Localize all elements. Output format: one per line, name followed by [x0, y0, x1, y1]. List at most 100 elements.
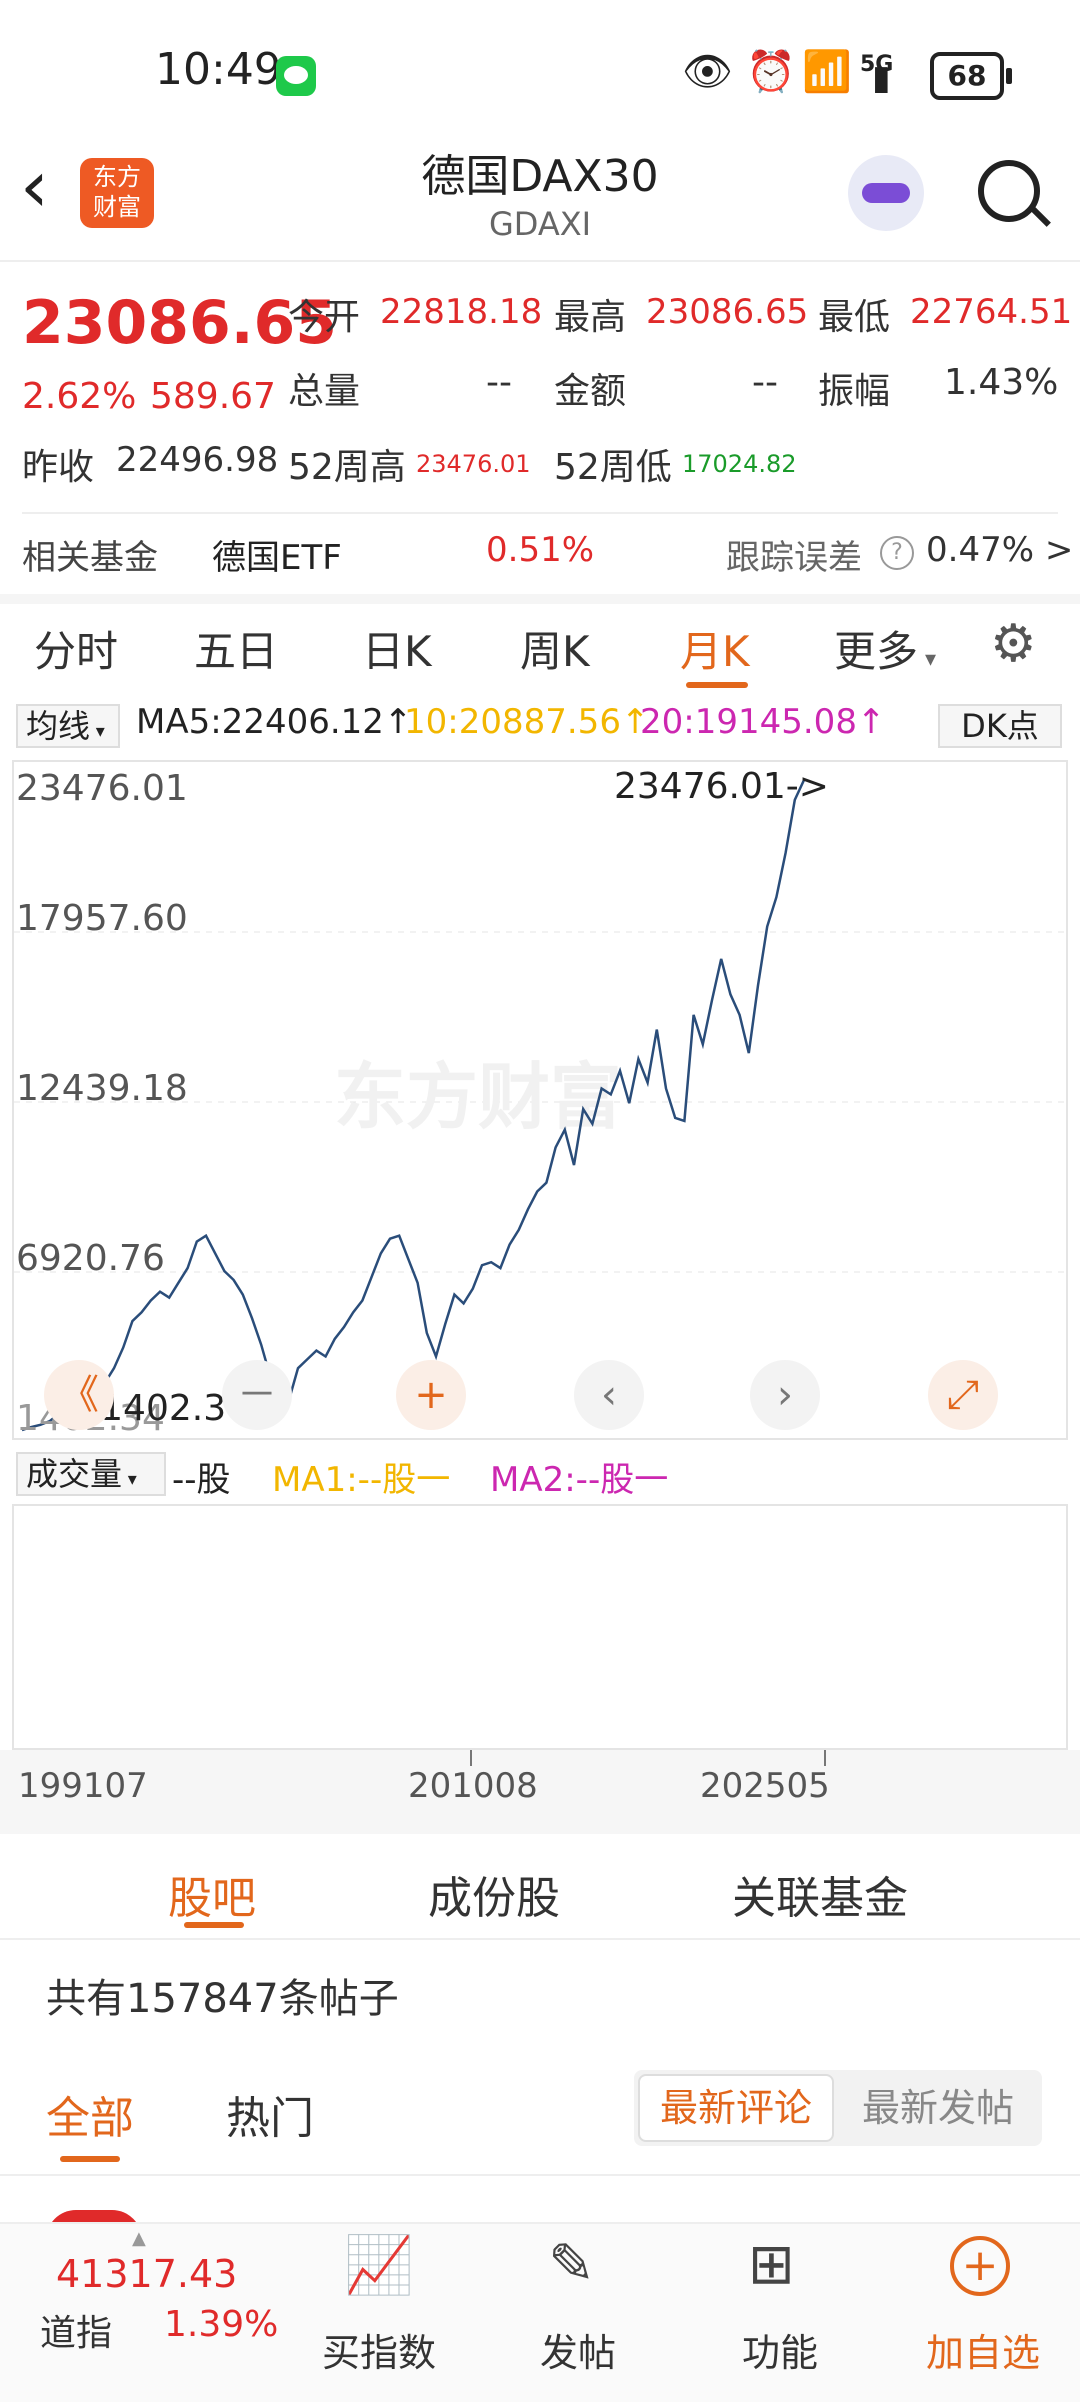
- x-tick-mark: [470, 1750, 472, 1766]
- tab-more[interactable]: 更多 ▾: [834, 618, 936, 679]
- rewind-icon[interactable]: 《: [44, 1360, 114, 1430]
- w52-high-label: 52周高: [288, 447, 406, 488]
- assistant-robot-icon[interactable]: [848, 155, 924, 231]
- tracking-error-value[interactable]: 0.47% >: [926, 530, 1073, 570]
- w52-high-value: 23476.01: [416, 450, 531, 478]
- amplitude-value: 1.43%: [944, 362, 1059, 403]
- divider: [0, 260, 1080, 262]
- status-time: 10:49: [155, 44, 282, 95]
- related-fund-label: 相关基金: [22, 538, 158, 578]
- post-label[interactable]: 发帖: [540, 2322, 616, 2377]
- filter-hot[interactable]: 热门: [226, 2082, 314, 2146]
- fullscreen-icon[interactable]: ⤢: [928, 1360, 998, 1430]
- tab-weekly-k[interactable]: 周K: [520, 618, 590, 679]
- volume-selector[interactable]: 成交量 ▾: [16, 1452, 166, 1496]
- functions-label[interactable]: 功能: [742, 2322, 818, 2377]
- ma20-value: 20:19145.08↑: [640, 702, 886, 742]
- price-chart[interactable]: 东方财富 23476.01 17957.60 12439.18 6920.76 …: [12, 760, 1068, 1440]
- search-icon[interactable]: [978, 160, 1040, 222]
- change-value: 589.67: [150, 376, 276, 417]
- prev-icon[interactable]: ‹: [574, 1360, 644, 1430]
- x-tick-label: 199107: [18, 1766, 148, 1806]
- related-fund-name[interactable]: 德国ETF: [212, 530, 342, 579]
- next-icon[interactable]: ›: [750, 1360, 820, 1430]
- ma10-value: 10:20887.56↑: [404, 702, 650, 742]
- prev-close-label: 昨收: [22, 447, 95, 488]
- settings-gear-icon[interactable]: ⚙: [990, 614, 1037, 674]
- dk-point-button[interactable]: DK点: [938, 704, 1062, 748]
- tab-indicator: [184, 1922, 244, 1928]
- index-pct[interactable]: 1.39%: [164, 2304, 278, 2345]
- tab-constituents[interactable]: 成份股: [428, 1862, 560, 1926]
- functions-grid-icon[interactable]: ⊞: [748, 2232, 795, 2297]
- amount-value: --: [752, 362, 778, 403]
- filter-indicator: [60, 2156, 120, 2162]
- x-tick-label: 201008: [408, 1766, 538, 1806]
- y-tick-label: 12439.18: [16, 1068, 188, 1109]
- amount-label: 金额: [554, 371, 627, 412]
- add-watch-icon[interactable]: +: [950, 2236, 1010, 2296]
- prev-close-value: 22496.98: [116, 440, 279, 480]
- max-annotation: 23476.01->: [614, 766, 829, 807]
- low-value: 22764.51: [910, 292, 1073, 332]
- tab-related-funds[interactable]: 关联基金: [732, 1862, 908, 1926]
- signal-icon: ▮: [872, 58, 891, 98]
- filter-all[interactable]: 全部: [46, 2082, 134, 2146]
- wechat-icon: [276, 56, 316, 96]
- chart-trend-icon[interactable]: 📈: [344, 2232, 414, 2298]
- expand-icon[interactable]: ▲: [132, 2228, 146, 2249]
- volume-ma2: MA2:--股一: [490, 1460, 669, 1500]
- y-tick-label: 17957.60: [16, 898, 188, 939]
- buy-index-label[interactable]: 买指数: [322, 2322, 436, 2377]
- volume-label: 总量: [288, 371, 361, 412]
- edit-post-icon[interactable]: ✎: [548, 2232, 595, 2297]
- tab-daily-k[interactable]: 日K: [362, 618, 432, 679]
- tab-five-day[interactable]: 五日: [194, 618, 278, 679]
- tab-indicator: [686, 682, 748, 688]
- indicator-selector[interactable]: 均线 ▾: [16, 704, 120, 748]
- x-tick-label: 202505: [700, 1766, 830, 1806]
- tracking-error-label: 跟踪误差: [726, 538, 862, 578]
- tab-guba[interactable]: 股吧: [168, 1862, 256, 1926]
- sort-latest-comment[interactable]: 最新评论: [638, 2074, 834, 2142]
- zoom-in-icon[interactable]: +: [396, 1360, 466, 1430]
- index-value[interactable]: 41317.43: [56, 2252, 237, 2296]
- y-tick-label: 6920.76: [16, 1238, 165, 1279]
- eye-icon: 👁: [682, 49, 733, 95]
- section-gap: [0, 594, 1080, 604]
- volume-ma1: MA1:--股一: [272, 1460, 451, 1500]
- zoom-out-icon[interactable]: －: [222, 1360, 292, 1430]
- status-bar: 10:49 👁 ⏰ 📶 5G ▮ 68: [0, 0, 1080, 140]
- x-axis-band: [0, 1750, 1080, 1834]
- low-label: 最低: [818, 297, 891, 338]
- watermark: 东方财富: [334, 1055, 622, 1139]
- sort-latest-post[interactable]: 最新发帖: [834, 2074, 1042, 2142]
- divider: [0, 1938, 1080, 1940]
- open-value: 22818.18: [380, 292, 543, 332]
- post-count: 共有157847条帖子: [46, 1976, 399, 2022]
- volume-value: --: [486, 362, 512, 403]
- tab-intraday[interactable]: 分时: [34, 618, 118, 679]
- divider: [0, 2174, 1080, 2176]
- add-watch-label[interactable]: 加自选: [926, 2322, 1040, 2377]
- wifi-icon: 📶: [802, 49, 852, 95]
- high-label: 最高: [554, 297, 627, 338]
- w52-low-label: 52周低: [554, 447, 672, 488]
- change-pct: 2.62%: [22, 376, 137, 417]
- battery-indicator: 68: [930, 52, 1012, 100]
- tab-monthly-k[interactable]: 月K: [680, 618, 750, 679]
- index-name[interactable]: 道指: [40, 2304, 112, 2356]
- high-value: 23086.65: [646, 292, 809, 332]
- volume-unit: --股: [172, 1460, 231, 1500]
- y-tick-label: 23476.01: [16, 768, 188, 809]
- open-label: 今开: [288, 297, 361, 338]
- amplitude-label: 振幅: [818, 371, 891, 412]
- divider: [22, 512, 1058, 514]
- volume-chart[interactable]: [12, 1504, 1068, 1750]
- ma5-value: MA5:22406.12↑: [136, 702, 413, 742]
- w52-low-value: 17024.82: [682, 450, 797, 478]
- x-tick-mark: [824, 1750, 826, 1766]
- alarm-icon: ⏰: [746, 49, 796, 95]
- related-fund-pct[interactable]: 0.51%: [486, 530, 594, 570]
- help-icon[interactable]: ?: [880, 536, 914, 570]
